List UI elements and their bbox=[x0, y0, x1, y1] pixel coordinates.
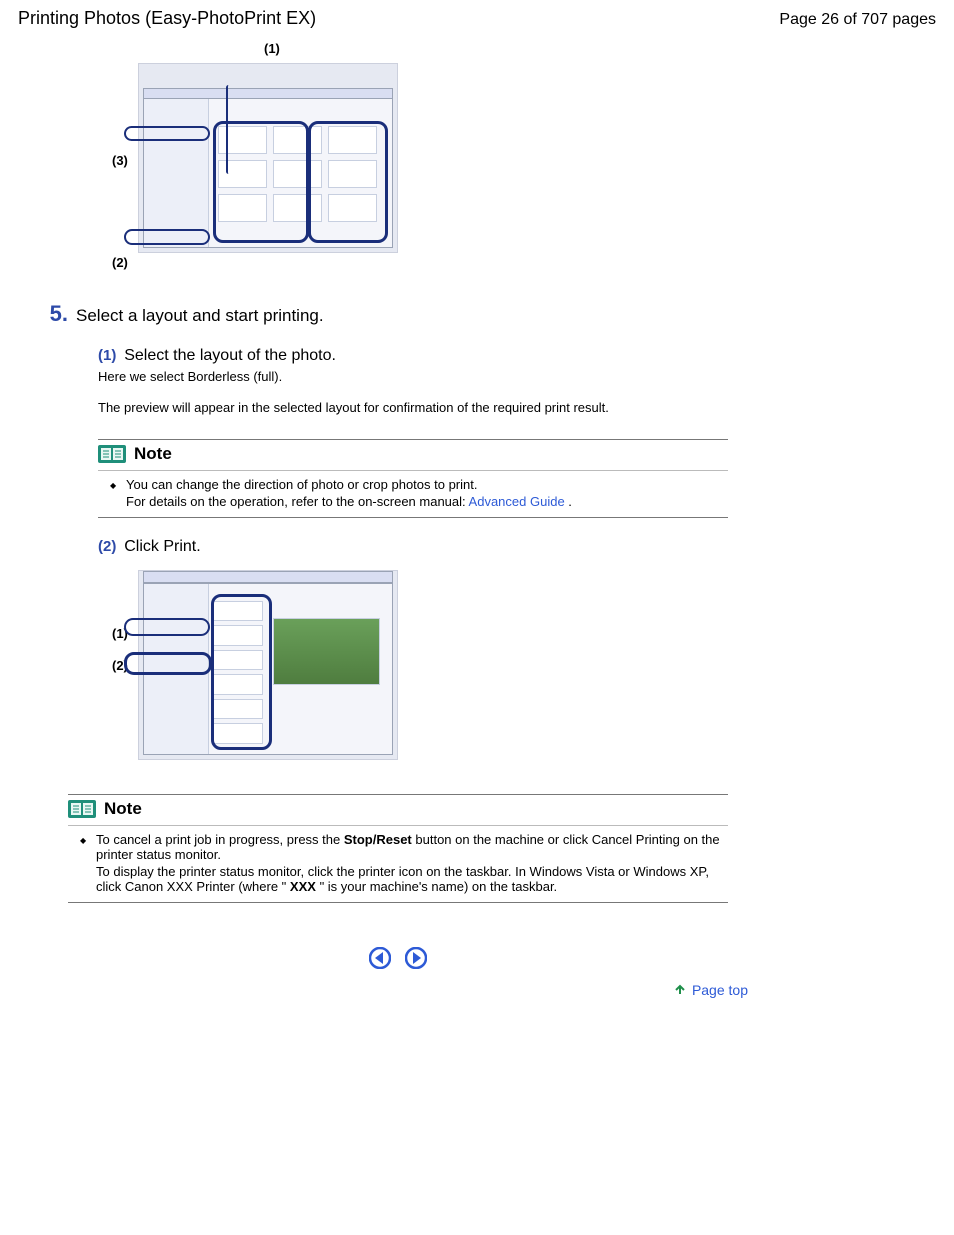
note-line: To display the printer status monitor, c… bbox=[86, 864, 728, 894]
book-icon bbox=[98, 444, 126, 464]
substep-2: (2) Click Print. (1) (2) bbox=[98, 538, 728, 770]
page-top-label: Page top bbox=[692, 982, 748, 998]
page-position: Page 26 of 707 pages bbox=[779, 11, 936, 29]
page-top-link[interactable]: Page top bbox=[68, 982, 748, 1198]
note-text: To cancel a print job in progress, press… bbox=[96, 832, 344, 847]
advanced-guide-link[interactable]: Advanced Guide bbox=[469, 494, 565, 509]
step-5: 5. Select a layout and start printing. bbox=[68, 301, 728, 327]
book-icon bbox=[68, 799, 96, 819]
substep-title: Click Print. bbox=[124, 538, 200, 555]
prev-page-button[interactable] bbox=[369, 947, 391, 972]
note-label: Note bbox=[104, 799, 142, 819]
callout-label: (2) bbox=[112, 658, 128, 673]
note-line: To cancel a print job in progress, press… bbox=[86, 832, 728, 862]
substep-1: (1) Select the layout of the photo. Here… bbox=[98, 347, 728, 518]
callout-label: (1) bbox=[264, 41, 280, 56]
note-bold: Stop/Reset bbox=[344, 832, 412, 847]
substep-desc: Here we select Borderless (full). bbox=[98, 369, 728, 384]
note-text: " is your machine's name) on the taskbar… bbox=[320, 879, 558, 894]
note-line: You can change the direction of photo or… bbox=[116, 477, 728, 492]
callout-label: (3) bbox=[112, 153, 128, 168]
figure-layout-select: (1) (3) (2) bbox=[138, 41, 414, 273]
page-nav bbox=[68, 947, 728, 972]
substep-title: Select the layout of the photo. bbox=[124, 347, 336, 364]
step-title: Select a layout and start printing. bbox=[76, 306, 324, 326]
figure-print-preview: (1) (2) bbox=[138, 570, 414, 770]
note-box: Note To cancel a print job in progress, … bbox=[68, 794, 728, 903]
next-page-button[interactable] bbox=[405, 947, 427, 972]
page-title: Printing Photos (Easy-PhotoPrint EX) bbox=[18, 8, 316, 29]
callout-label: (2) bbox=[112, 255, 128, 270]
up-arrow-icon bbox=[674, 982, 686, 998]
callout-label: (1) bbox=[112, 626, 128, 641]
substep-number: (2) bbox=[98, 538, 116, 555]
substep-number: (1) bbox=[98, 347, 116, 364]
note-label: Note bbox=[134, 444, 172, 464]
page-header: Printing Photos (Easy-PhotoPrint EX) Pag… bbox=[18, 0, 936, 41]
note-text: . bbox=[568, 494, 572, 509]
note-box: Note You can change the direction of pho… bbox=[98, 439, 728, 518]
substep-preview: The preview will appear in the selected … bbox=[98, 400, 728, 415]
note-bold: XXX bbox=[290, 879, 316, 894]
note-text: For details on the operation, refer to t… bbox=[126, 494, 469, 509]
note-line: For details on the operation, refer to t… bbox=[116, 494, 728, 509]
step-number: 5. bbox=[38, 301, 68, 327]
